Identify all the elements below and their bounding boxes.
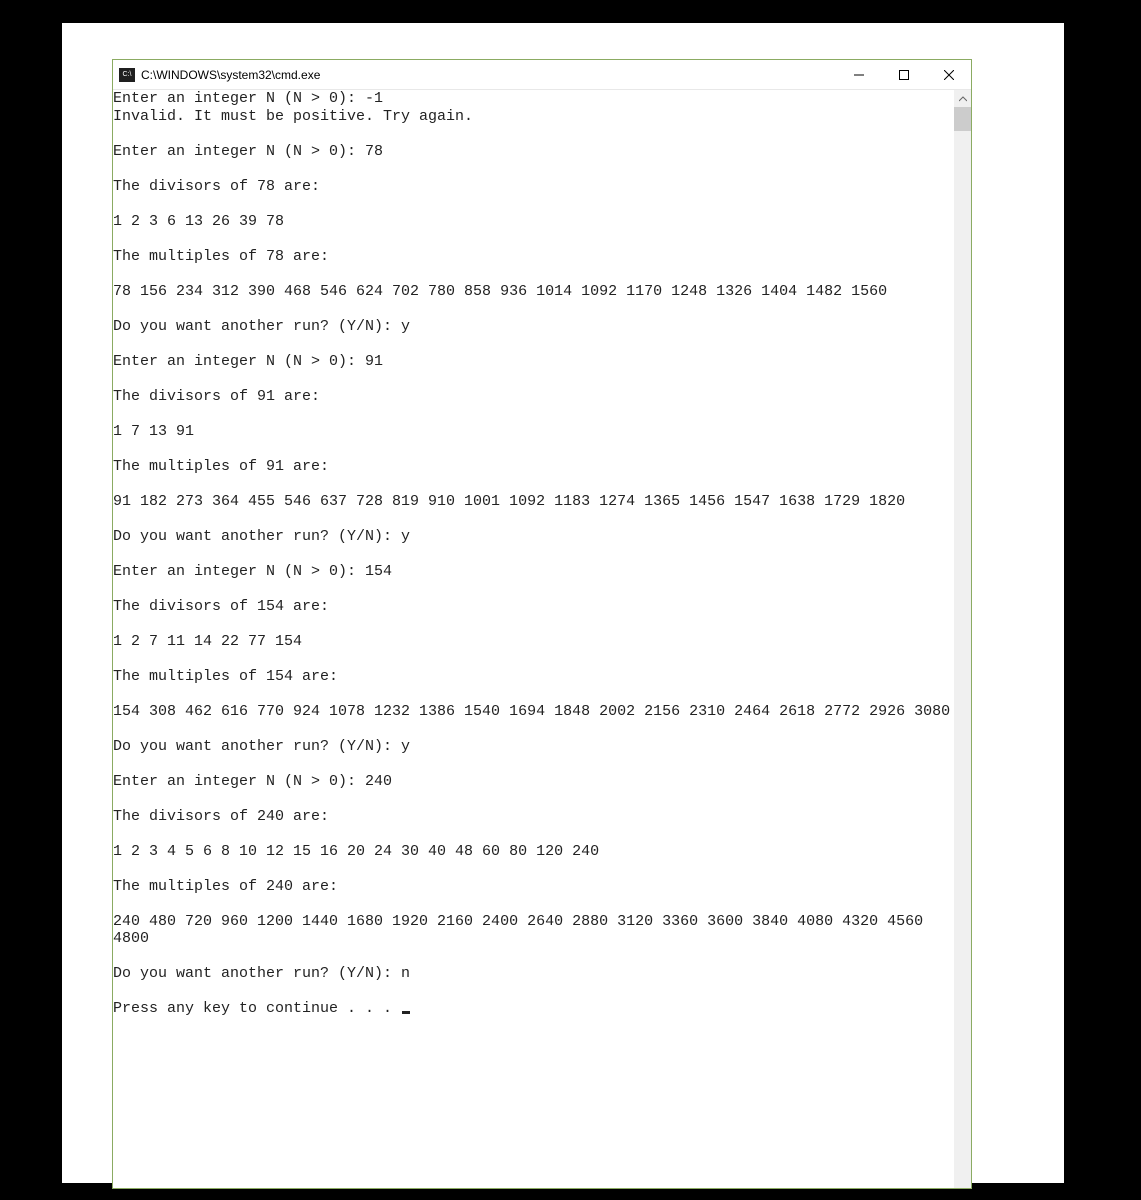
text-cursor: [402, 1011, 410, 1014]
maximize-icon: [899, 70, 909, 80]
vertical-scrollbar[interactable]: [954, 90, 971, 1188]
close-icon: [944, 70, 954, 80]
console-output[interactable]: Enter an integer N (N > 0): -1 Invalid. …: [113, 90, 954, 1188]
cmd-icon: [119, 68, 135, 82]
minimize-icon: [854, 70, 864, 80]
maximize-button[interactable]: [881, 60, 926, 89]
window-controls: [836, 60, 971, 89]
scroll-thumb[interactable]: [954, 107, 971, 131]
chevron-up-icon: [959, 96, 967, 102]
window-title: C:\WINDOWS\system32\cmd.exe: [141, 68, 836, 82]
close-button[interactable]: [926, 60, 971, 89]
minimize-button[interactable]: [836, 60, 881, 89]
console-area: Enter an integer N (N > 0): -1 Invalid. …: [113, 90, 971, 1188]
titlebar[interactable]: C:\WINDOWS\system32\cmd.exe: [113, 60, 971, 90]
cmd-window: C:\WINDOWS\system32\cmd.exe Enter an int…: [112, 59, 972, 1189]
scroll-up-button[interactable]: [954, 90, 971, 107]
